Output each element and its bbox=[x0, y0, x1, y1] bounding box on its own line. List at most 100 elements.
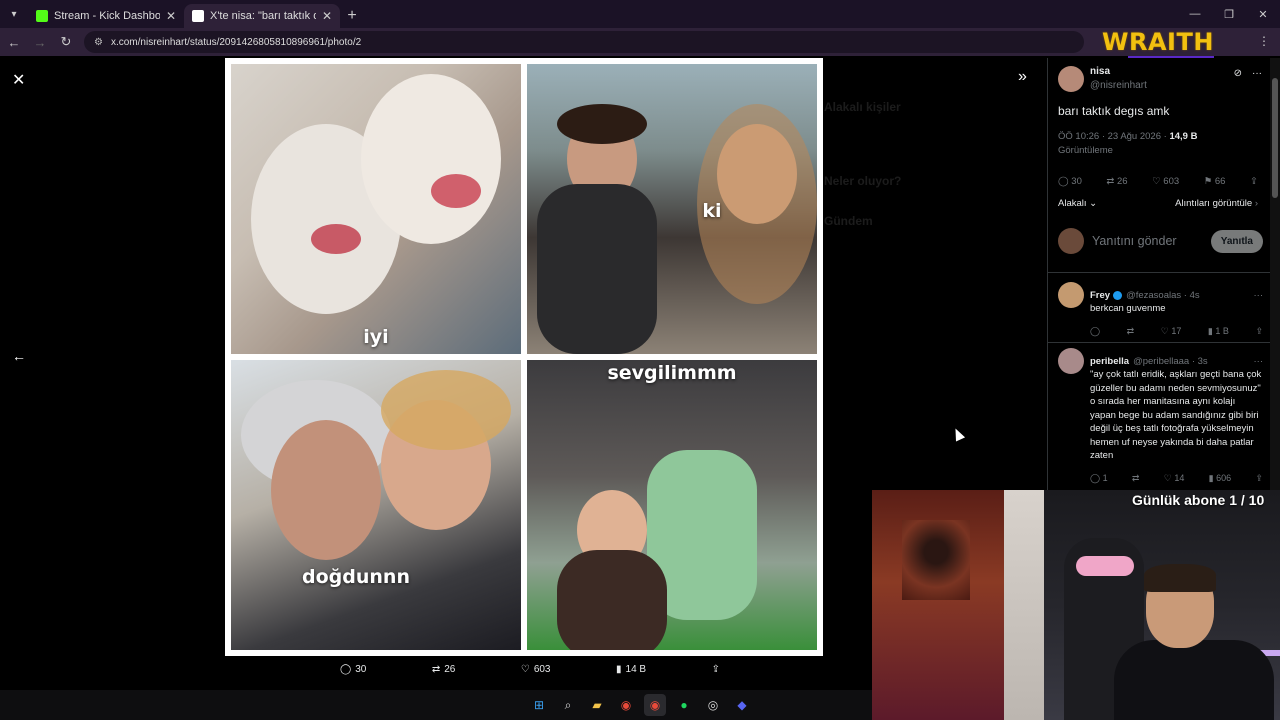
reply-icon: ◯ bbox=[1058, 176, 1072, 187]
streamer-hair bbox=[1144, 564, 1216, 592]
sort-label: Alakalı bbox=[1058, 198, 1087, 209]
taskbar-icons: ⊞ ⌕ ▰ ◉ ◉ ● ◎ ◆ bbox=[528, 694, 753, 716]
chrome-active-icon[interactable]: ◉ bbox=[644, 694, 666, 716]
share-icon[interactable]: ⇪ bbox=[1255, 326, 1263, 337]
minimize-icon[interactable]: — bbox=[1178, 0, 1212, 28]
quotes-label: Alıntıları görüntüle bbox=[1175, 198, 1253, 209]
like-button[interactable]: ♡ 603 bbox=[521, 664, 551, 675]
tweet-author[interactable]: nisa @nisreinhart bbox=[1058, 66, 1147, 92]
navigation-bar: ← → ↻ ⚙ x.com/nisreinhart/status/2091426… bbox=[0, 28, 1280, 56]
reply-button[interactable]: ◯ 1 bbox=[1090, 473, 1108, 484]
forward-icon[interactable]: → bbox=[28, 30, 52, 54]
author-name[interactable]: nisa bbox=[1090, 66, 1147, 77]
more-icon[interactable]: ··· bbox=[1254, 290, 1264, 301]
repost-icon[interactable]: ⇄ bbox=[1132, 473, 1140, 484]
more-icon[interactable]: ··· bbox=[1254, 356, 1264, 367]
chrome-icon[interactable]: ◉ bbox=[615, 694, 637, 716]
reply-icon[interactable]: ◯ bbox=[1090, 326, 1100, 337]
share-button[interactable]: ⇪ bbox=[712, 664, 720, 675]
expand-panel-icon[interactable]: » bbox=[1018, 68, 1027, 86]
reply-button[interactable]: ◯ 30 bbox=[340, 664, 366, 675]
close-icon[interactable]: ✕ bbox=[12, 70, 25, 90]
avatar[interactable] bbox=[1058, 66, 1084, 92]
repost-button[interactable]: ⇄ 26 bbox=[432, 664, 456, 675]
tweet-stats: ◯ 30 ⇄ 26 ♡ 603 ⚑ 66 ⇪ bbox=[1058, 176, 1258, 187]
previous-photo-icon[interactable]: ← bbox=[12, 348, 26, 364]
tab-label: X'te nisa: "barı taktık degıs amk bbox=[210, 10, 316, 22]
back-icon[interactable]: ← bbox=[2, 30, 26, 54]
bookmark-button[interactable]: ⚑ 66 bbox=[1204, 176, 1226, 187]
wall-poster bbox=[902, 520, 970, 600]
tab-search-button[interactable]: ▾ bbox=[0, 0, 28, 28]
grok-icon[interactable]: ⊘ bbox=[1234, 68, 1242, 79]
photo-collage: iyi ki doğdunnn sevgilimmm bbox=[225, 58, 823, 656]
close-window-icon[interactable]: ✕ bbox=[1246, 0, 1280, 28]
close-icon[interactable]: ✕ bbox=[322, 9, 332, 23]
like-button[interactable]: ♡ 17 bbox=[1161, 326, 1182, 337]
new-tab-button[interactable]: + bbox=[340, 4, 364, 28]
reply-item[interactable]: peribella @peribellaaa · 3s ··· "ay çok … bbox=[1058, 348, 1263, 484]
reply-composer: Yanıtını gönder Yanıtla bbox=[1058, 228, 1263, 254]
reply-handle[interactable]: @fezasoalas · 4s bbox=[1126, 290, 1200, 301]
sort-dropdown[interactable]: Alakalı ⌄ bbox=[1058, 198, 1097, 209]
scrollbar[interactable] bbox=[1270, 58, 1280, 490]
views-button[interactable]: ▮ 606 bbox=[1209, 473, 1231, 484]
address-bar[interactable]: ⚙ x.com/nisreinhart/status/2091426805810… bbox=[84, 31, 1084, 53]
close-icon[interactable]: ✕ bbox=[166, 9, 176, 23]
tweet-panel: nisa @nisreinhart ⊘ ··· barı taktık degı… bbox=[1047, 58, 1270, 490]
tab-x-post[interactable]: X'te nisa: "barı taktık degıs amk ✕ bbox=[184, 4, 340, 28]
file-explorer-icon[interactable]: ▰ bbox=[586, 694, 608, 716]
spotify-icon[interactable]: ● bbox=[673, 694, 695, 716]
reply-input[interactable]: Yanıtını gönder bbox=[1092, 234, 1211, 248]
reply-item[interactable]: Frey @fezasoalas · 4s ··· berkcan guvenm… bbox=[1058, 282, 1263, 337]
hair-shape bbox=[381, 370, 511, 450]
reply-stats: ◯ ⇄ ♡ 17 ▮ 1 B ⇪ bbox=[1090, 326, 1263, 337]
face-mask-shape bbox=[361, 74, 501, 244]
collage-caption: sevgilimmm bbox=[607, 362, 737, 384]
repost-button[interactable]: ⇄ 26 bbox=[1106, 176, 1127, 187]
views-button[interactable]: ▮ 14 B bbox=[616, 664, 646, 675]
reply-author-name[interactable]: Frey bbox=[1090, 290, 1110, 301]
views-button[interactable]: ▮ 1 B bbox=[1208, 326, 1229, 337]
divider bbox=[1048, 342, 1270, 343]
collage-photo-1: iyi bbox=[231, 64, 521, 354]
lips-shape bbox=[311, 224, 361, 254]
reply-button[interactable]: ◯ 30 bbox=[1058, 176, 1082, 187]
webcam-left-background bbox=[872, 490, 1004, 720]
tab-kick-dashboard[interactable]: Stream - Kick Dashboard ✕ bbox=[28, 4, 184, 28]
collage-photo-3: doğdunnn bbox=[231, 360, 521, 650]
scrollbar-thumb[interactable] bbox=[1272, 78, 1278, 198]
avatar[interactable] bbox=[1058, 348, 1084, 374]
reply-author-name[interactable]: peribella bbox=[1090, 356, 1129, 367]
obs-icon[interactable]: ◎ bbox=[702, 694, 724, 716]
tweet-views-label: Görüntüleme bbox=[1058, 145, 1113, 156]
search-icon[interactable]: ⌕ bbox=[557, 694, 579, 716]
share-icon[interactable]: ⇪ bbox=[1255, 473, 1263, 484]
reply-handle[interactable]: @peribellaaa · 3s bbox=[1133, 356, 1208, 367]
more-icon[interactable]: ··· bbox=[1252, 68, 1262, 79]
avatar[interactable] bbox=[1058, 282, 1084, 308]
heart-icon: ♡ bbox=[1152, 176, 1164, 187]
share-icon[interactable]: ⇪ bbox=[1250, 176, 1258, 187]
webcam-room bbox=[1004, 490, 1280, 720]
repost-icon[interactable]: ⇄ bbox=[1127, 326, 1135, 337]
viewer-action-bar: ◯ 30 ⇄ 26 ♡ 603 ▮ 14 B ⇪ bbox=[340, 664, 720, 675]
chevron-down-icon: ⌄ bbox=[1086, 198, 1098, 209]
like-button[interactable]: ♡ 603 bbox=[1152, 176, 1179, 187]
browser-menu-icon[interactable]: ⋮ bbox=[1258, 34, 1270, 48]
bar-chart-icon: ▮ bbox=[616, 664, 622, 675]
site-info-icon[interactable]: ⚙ bbox=[94, 37, 103, 48]
windows-start-icon[interactable]: ⊞ bbox=[528, 694, 550, 716]
dimmed-heading: Alakalı kişiler bbox=[824, 100, 901, 114]
heart-icon: ♡ bbox=[520, 664, 530, 675]
reload-icon[interactable]: ↻ bbox=[54, 30, 78, 54]
hair-shape bbox=[557, 104, 647, 144]
view-count: 14 B bbox=[625, 664, 647, 675]
like-button[interactable]: ♡ 14 bbox=[1164, 473, 1185, 484]
view-quotes-link[interactable]: Alıntıları görüntüle › bbox=[1175, 198, 1258, 209]
tweet-time[interactable]: ÖÖ 10:26 · 23 Ağu 2026 · bbox=[1058, 131, 1169, 142]
discord-icon[interactable]: ◆ bbox=[731, 694, 753, 716]
author-handle[interactable]: @nisreinhart bbox=[1090, 80, 1147, 91]
reply-submit-button[interactable]: Yanıtla bbox=[1210, 229, 1263, 253]
maximize-icon[interactable]: ❐ bbox=[1212, 0, 1246, 28]
